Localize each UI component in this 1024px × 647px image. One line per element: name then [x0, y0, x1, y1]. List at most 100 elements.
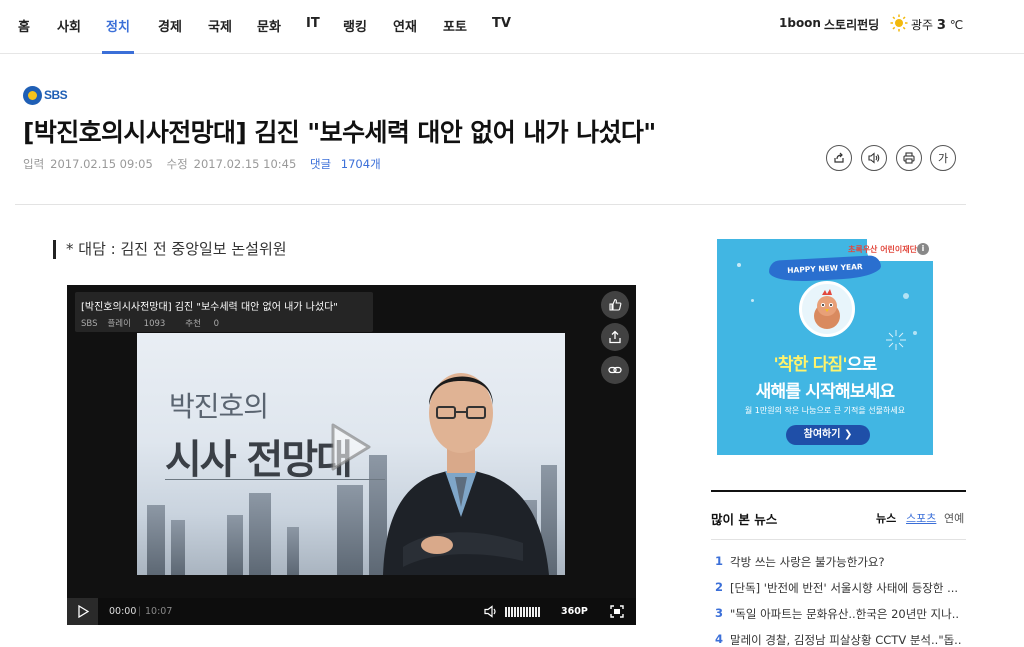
weather-widget[interactable]: 광주 3 ℃: [911, 16, 963, 33]
nav-item-home[interactable]: 홈: [18, 16, 30, 35]
nav-item-photo[interactable]: 포토: [443, 16, 467, 35]
current-time: 00:00: [109, 606, 137, 617]
list-item[interactable]: 1 각방 쓰는 사랑은 불가능한가요?: [711, 554, 966, 570]
source-name: SBS: [44, 88, 68, 102]
nav-item-politics[interactable]: 정치: [106, 16, 130, 35]
nav-item-it[interactable]: IT: [306, 16, 320, 31]
presenter-image: [383, 373, 549, 575]
font-size-button[interactable]: 가: [930, 145, 956, 171]
rank-number: 4: [715, 632, 724, 646]
news-title[interactable]: 말레이 경찰, 김정남 피살상황 CCTV 분석.."돕..: [730, 632, 966, 647]
comment-link[interactable]: 댓글 1704개: [310, 157, 387, 171]
list-item[interactable]: 4 말레이 경찰, 김정남 피살상황 CCTV 분석.."돕..: [711, 632, 966, 647]
tab-entertainment[interactable]: 연예: [944, 510, 964, 526]
weather-city: 광주: [911, 18, 934, 32]
play-overlay-icon[interactable]: [321, 419, 377, 475]
video-channel: SBS: [81, 319, 98, 329]
video-thumbnail[interactable]: 박진호의 시사 전망대: [137, 333, 565, 575]
rank-number: 2: [715, 580, 724, 594]
article-meta: 입력 2017.02.15 09:05 수정 2017.02.15 10:45 댓글…: [23, 156, 393, 172]
building-shape: [227, 515, 243, 575]
nav-item-series[interactable]: 연재: [393, 16, 417, 35]
weather-unit: ℃: [949, 18, 964, 32]
decor-dot: [737, 263, 741, 267]
link-1boon[interactable]: 1boon: [779, 16, 821, 30]
time-separator: |: [138, 606, 142, 617]
nav-item-economy[interactable]: 경제: [158, 16, 182, 35]
active-nav-indicator: [102, 51, 134, 54]
ad-description: 월 1만원의 작은 나눔으로 큰 기적을 선물하세요: [744, 406, 906, 415]
modified-label: 수정: [166, 157, 188, 171]
share-icon: [834, 152, 844, 163]
nav-item-world[interactable]: 국제: [208, 16, 232, 35]
nav-item-ranking[interactable]: 랭킹: [343, 16, 367, 35]
ad-subheadline: 새해를 시작해보세요: [755, 382, 895, 402]
article-headline: [박진호의시사전망대] 김진 "보수세력 대안 없어 내가 나섰다": [23, 118, 656, 147]
tts-button[interactable]: [861, 145, 887, 171]
print-button[interactable]: [896, 145, 922, 171]
comment-label: 댓글: [309, 157, 332, 171]
video-player[interactable]: 박진호의 시사 전망대 [박진호의시사전망대] 김진 "보수세력 대안 없어 내…: [67, 285, 636, 625]
comment-count: 1704개: [340, 157, 381, 171]
video-share-button[interactable]: [601, 323, 629, 351]
play-button[interactable]: [67, 598, 98, 625]
share-button[interactable]: [826, 145, 852, 171]
fullscreen-icon[interactable]: [610, 605, 624, 618]
input-time: 2017.02.15 09:05: [50, 157, 153, 171]
font-size-label: 가: [937, 152, 949, 165]
firework-icon: [886, 330, 906, 350]
ad-character: [799, 281, 855, 337]
list-item[interactable]: 2 [단독] '반전에 반전' 서울시향 사태에 등장한 ...: [711, 580, 966, 596]
decor-dot: [903, 293, 909, 299]
like-button[interactable]: [601, 291, 629, 319]
video-plays: 플레이 1093: [107, 319, 166, 329]
volume-icon[interactable]: [484, 605, 499, 618]
interview-note: * 대담 : 김진 전 중앙일보 논설위원: [53, 240, 287, 259]
global-nav: 홈 사회 정치 경제 국제 문화 IT 랭킹 연재 포토 TV 1boon 스토…: [0, 0, 1024, 54]
ad-banner[interactable]: 초록우산 어린이재단 i HAPPY NEW YEAR '착한 다짐'으로 새해…: [717, 239, 933, 455]
chicken-character-icon: [814, 289, 840, 329]
tab-sports[interactable]: 스포츠: [906, 510, 936, 526]
nav-item-society[interactable]: 사회: [57, 16, 81, 35]
popular-divider: [711, 539, 966, 540]
duration: 10:07: [145, 606, 173, 617]
print-icon: [903, 152, 915, 164]
decor-dot: [913, 331, 917, 335]
building-shape: [287, 527, 299, 575]
ad-info-icon[interactable]: i: [917, 243, 929, 255]
rank-number: 3: [715, 606, 724, 620]
modified-time: 2017.02.15 10:45: [193, 157, 297, 171]
sun-icon: [890, 14, 908, 32]
ad-participate-button[interactable]: 참여하기 ❯: [786, 425, 870, 445]
copy-link-button[interactable]: [601, 356, 629, 384]
show-name-line1: 박진호의: [169, 390, 269, 423]
volume-slider[interactable]: [505, 607, 540, 617]
input-label: 입력: [23, 157, 45, 171]
building-shape: [171, 520, 185, 575]
building-shape: [337, 485, 363, 575]
popular-news: 많이 본 뉴스 뉴스 스포츠 연예 1 각방 쓰는 사랑은 불가능한가요? 2 …: [711, 490, 966, 647]
ad-brand: 초록우산 어린이재단: [847, 245, 917, 254]
speaker-icon: [868, 152, 880, 164]
rank-number: 1: [715, 554, 724, 568]
ad-headline: '착한 다짐'으로: [773, 355, 878, 375]
quality-selector[interactable]: 360P: [561, 606, 588, 617]
nav-item-tv[interactable]: TV: [492, 16, 511, 31]
tab-news[interactable]: 뉴스: [876, 510, 896, 526]
nav-item-culture[interactable]: 문화: [257, 16, 281, 35]
source-logo[interactable]: SBS: [23, 85, 68, 105]
thumbs-up-icon: [609, 298, 622, 311]
popular-news-title: 많이 본 뉴스: [711, 512, 778, 527]
video-likes: 추천 0: [185, 319, 220, 329]
list-item[interactable]: 3 "독일 아파트는 문화유산..한국은 20년만 지나..: [711, 606, 966, 622]
upload-share-icon: [609, 330, 621, 344]
decor-dot: [751, 299, 754, 302]
news-title[interactable]: "독일 아파트는 문화유산..한국은 20년만 지나..: [730, 606, 966, 622]
news-title[interactable]: 각방 쓰는 사랑은 불가능한가요?: [730, 554, 966, 570]
link-icon: [608, 366, 622, 374]
building-shape: [147, 505, 165, 575]
video-info-overlay: [박진호의시사전망대] 김진 "보수세력 대안 없어 내가 나섰다" SBS 플레…: [75, 292, 373, 332]
sbs-logo-icon: [23, 85, 42, 105]
news-title[interactable]: [단독] '반전에 반전' 서울시향 사태에 등장한 ...: [730, 580, 966, 596]
link-storyfunding[interactable]: 스토리펀딩: [824, 16, 879, 33]
